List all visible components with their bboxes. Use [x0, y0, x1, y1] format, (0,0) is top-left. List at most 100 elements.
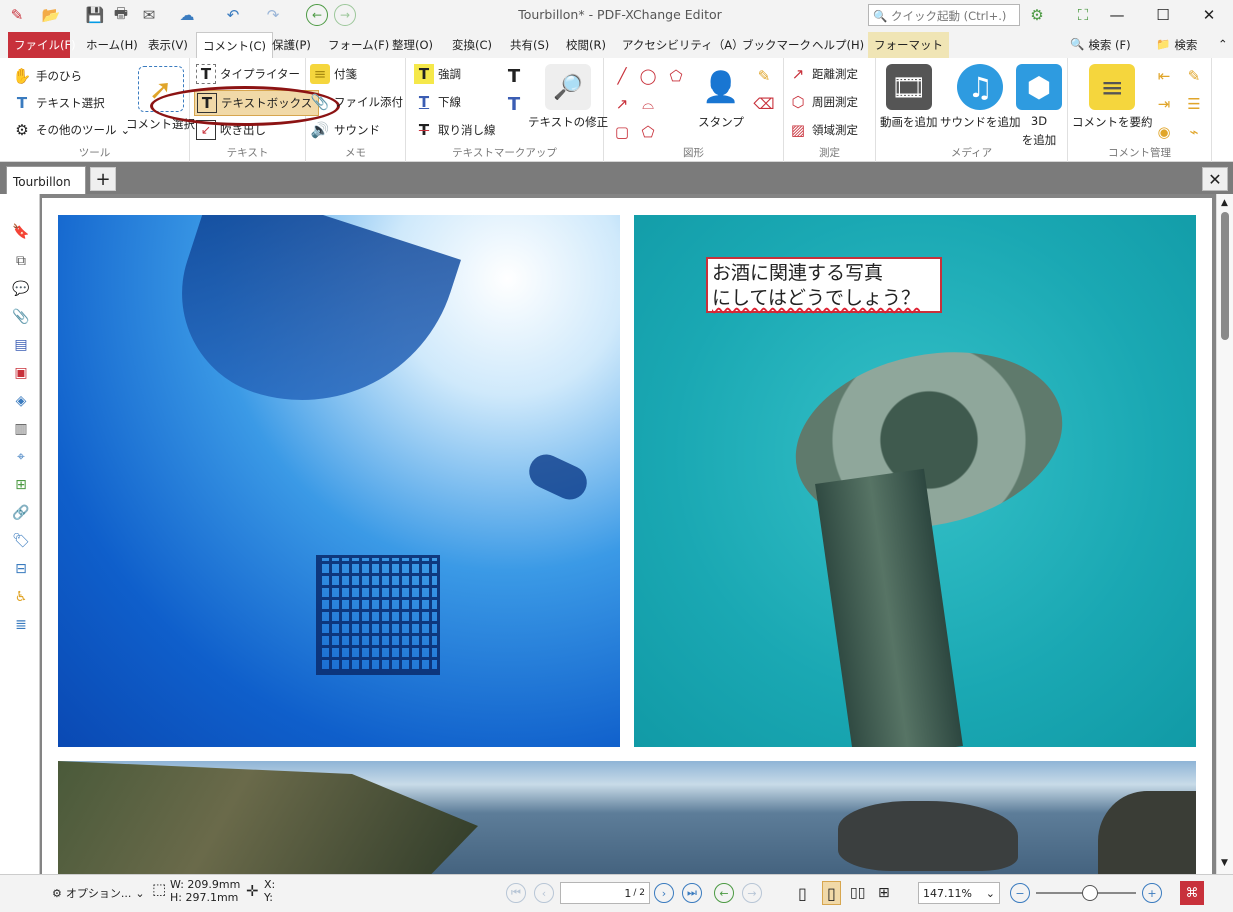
structure-icon[interactable]: ⊞	[9, 473, 33, 497]
select-text-tool[interactable]: T テキスト選択	[12, 93, 105, 113]
properties-icon[interactable]: 🏷	[9, 529, 33, 553]
search-button[interactable]: 📁 検索	[1150, 32, 1203, 58]
reading-order-icon[interactable]: ≣	[9, 613, 33, 637]
typewriter-tool[interactable]: T タイプライター	[196, 64, 300, 84]
signatures-icon[interactable]: ▣	[9, 361, 33, 385]
tab-comment[interactable]: コメント(C)	[196, 32, 274, 59]
content-icon[interactable]: ▤	[9, 333, 33, 357]
zoom-out-button[interactable]: −	[1010, 881, 1030, 905]
next-page-button[interactable]: ›	[654, 881, 674, 905]
add-video-button[interactable]: 🎞 動画を追加	[880, 64, 938, 130]
continuous-page-icon[interactable]: ▯	[822, 881, 841, 905]
textbox-annotation[interactable]: お酒に関連する写真 にしてはどうでしょう？	[706, 257, 942, 313]
open-folder-icon[interactable]: 📂	[40, 4, 62, 26]
forward-icon[interactable]: →	[334, 4, 356, 26]
eraser-icon[interactable]: ⌫	[753, 94, 774, 114]
polygon-icon[interactable]: ⬠	[666, 66, 686, 86]
options-dropdown[interactable]: ⚙ オプション... ⌄	[52, 881, 145, 905]
tags-icon[interactable]: ▥	[9, 417, 33, 441]
zoom-select[interactable]: 147.11% ⌄	[918, 882, 1000, 904]
stamp-button[interactable]: 👤 スタンプ	[698, 64, 744, 130]
tab-protect[interactable]: 保護(P)	[266, 32, 317, 58]
show-comments-icon[interactable]: ◉	[1154, 122, 1174, 142]
find-button[interactable]: 🔍 検索 (F)	[1064, 32, 1137, 58]
tab-format[interactable]: フォーマット	[868, 32, 949, 58]
print-icon[interactable]: 🖶	[110, 4, 132, 26]
tab-home[interactable]: ホーム(H)	[80, 32, 144, 58]
sticky-note-tool[interactable]: ≡ 付箋	[310, 64, 357, 84]
close-document-button[interactable]: ✕	[1202, 167, 1228, 191]
tab-accessibility[interactable]: アクセシビリティ（A）	[616, 32, 750, 58]
undo-icon[interactable]: ↶	[222, 4, 244, 26]
new-tab-button[interactable]: +	[90, 167, 116, 191]
close-button[interactable]: ✕	[1186, 0, 1232, 30]
tab-organize[interactable]: 整理(O)	[386, 32, 439, 58]
grid-pages-icon[interactable]: ⊞	[878, 881, 890, 905]
settings-icon[interactable]: ⚙	[1026, 4, 1048, 26]
first-page-button[interactable]: ⏮	[506, 881, 526, 905]
tab-view[interactable]: 表示(V)	[142, 32, 194, 58]
scroll-down-icon[interactable]: ▼	[1221, 858, 1228, 868]
thumbnails-icon[interactable]: ⧉	[9, 249, 33, 273]
highlight-tool[interactable]: T 強調	[414, 64, 461, 84]
forms-icon[interactable]: ⊟	[9, 557, 33, 581]
single-page-icon[interactable]: ▯	[798, 881, 807, 905]
zoom-slider-thumb[interactable]	[1082, 885, 1098, 901]
comment-list-icon[interactable]: ☰	[1184, 94, 1204, 114]
back-icon[interactable]: ←	[306, 4, 328, 26]
quick-launch-search[interactable]: 🔍 クイック起動 (Ctrl+.)	[868, 4, 1020, 26]
save-icon[interactable]: 💾	[84, 4, 106, 26]
maximize-button[interactable]: ☐	[1140, 0, 1186, 30]
other-tools-dropdown[interactable]: ⚙ その他のツール ⌄	[12, 120, 130, 140]
sound-tool[interactable]: 🔊 サウンド	[310, 120, 380, 140]
distance-tool[interactable]: ↗ 距離測定	[788, 64, 858, 84]
view-forward-button[interactable]: →	[742, 881, 762, 905]
email-icon[interactable]: ✉	[138, 4, 160, 26]
add-sound-button[interactable]: ♫ サウンドを追加	[940, 64, 1021, 130]
flatten-comments-icon[interactable]: ⌁	[1184, 122, 1204, 142]
attach-file-tool[interactable]: 📎 ファイル添付	[310, 92, 403, 112]
arrow-icon[interactable]: ↗	[612, 94, 632, 114]
perimeter-tool[interactable]: ⬡ 周囲測定	[788, 92, 858, 112]
export-comments-icon[interactable]: ⇥	[1154, 94, 1174, 114]
ellipse-icon[interactable]: ◯	[638, 66, 658, 86]
hand-tool[interactable]: ✋ 手のひら	[12, 66, 82, 86]
underline-tool[interactable]: T 下線	[414, 92, 461, 112]
summarize-comments-button[interactable]: ≡ コメントを要約	[1072, 64, 1153, 130]
pdf-page[interactable]: お酒に関連する写真 にしてはどうでしょう？	[42, 198, 1212, 874]
zoom-in-button[interactable]: +	[1142, 881, 1162, 905]
last-page-button[interactable]: ⏭	[682, 881, 702, 905]
attachments-icon[interactable]: 📎	[9, 305, 33, 329]
tab-share[interactable]: 共有(S)	[504, 32, 555, 58]
tab-convert[interactable]: 変換(C)	[446, 32, 498, 58]
facing-pages-icon[interactable]: ▯▯	[850, 881, 865, 905]
pentagon-icon[interactable]: ⬠	[638, 122, 658, 142]
prev-page-button[interactable]: ‹	[534, 881, 554, 905]
scroll-thumb[interactable]	[1221, 212, 1229, 340]
comment-styles-icon[interactable]: ✎	[1184, 66, 1204, 86]
pdf-logo-icon[interactable]: ⌘	[1180, 881, 1204, 905]
fullscreen-icon[interactable]: ⛶	[1072, 4, 1094, 26]
view-back-button[interactable]: ←	[714, 881, 734, 905]
text-fix-button[interactable]: 🔎 テキストの修正	[528, 64, 608, 130]
tab-form[interactable]: フォーム(F)	[322, 32, 395, 58]
comments-panel-icon[interactable]: 💬	[9, 277, 33, 301]
add-3d-button[interactable]: ⬢ 3D を追加	[1016, 64, 1062, 148]
line-icon[interactable]: ╱	[612, 66, 632, 86]
import-comments-icon[interactable]: ⇤	[1154, 66, 1174, 86]
rectangle-icon[interactable]: ▢	[612, 122, 632, 142]
scroll-up-icon[interactable]: ▲	[1221, 198, 1228, 208]
redo-icon[interactable]: ↷	[262, 4, 284, 26]
links-icon[interactable]: 🔗	[9, 501, 33, 525]
area-tool[interactable]: ▨ 領域測定	[788, 120, 858, 140]
tab-help[interactable]: ヘルプ(H)	[806, 32, 870, 58]
layers-icon[interactable]: ◈	[9, 389, 33, 413]
tab-file[interactable]: ファイル(F)	[8, 32, 76, 58]
cloud-icon[interactable]: ☁	[176, 4, 198, 26]
page-number-input[interactable]: 1/ 2	[560, 882, 650, 904]
pencil-icon[interactable]: ✎	[754, 66, 774, 86]
tab-review[interactable]: 校閲(R)	[560, 32, 612, 58]
vertical-scrollbar[interactable]: ▲ ▼	[1216, 194, 1233, 874]
strikeout-tool[interactable]: T 取り消し線	[414, 120, 496, 140]
polyline-icon[interactable]: ⌓	[638, 94, 658, 114]
